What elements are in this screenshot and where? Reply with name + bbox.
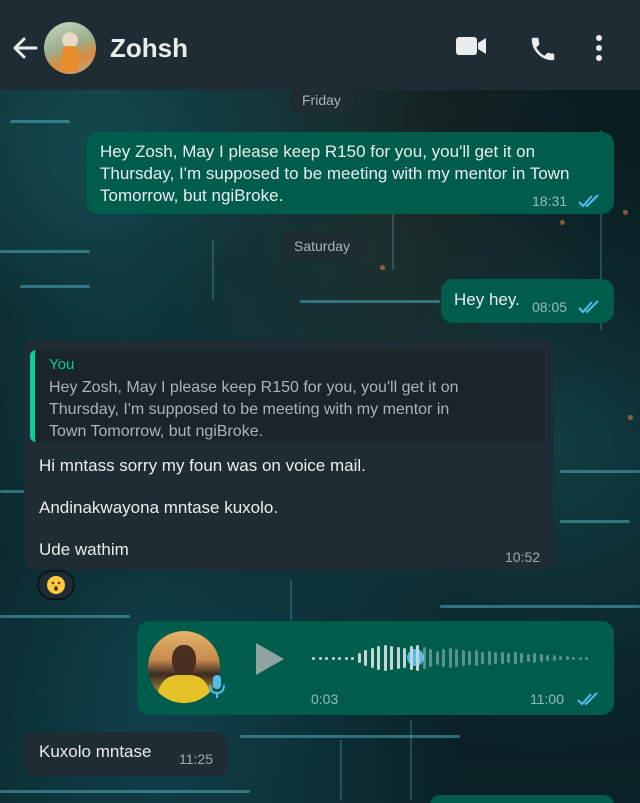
waveform-bar: [468, 651, 472, 665]
waveform-bar: [513, 652, 517, 664]
waveform-bar: [507, 653, 511, 663]
waveform-bar: [481, 652, 485, 664]
waveform-bar: [435, 651, 439, 665]
waveform-bar: [377, 646, 381, 670]
message-text: Hi mntass sorry my foun was on voice mai…: [39, 456, 366, 475]
waveform-bar: [526, 654, 530, 662]
waveform-bar: [422, 647, 426, 669]
waveform-bar: [455, 649, 459, 667]
waveform-bar: [312, 656, 315, 660]
waveform-bar: [351, 656, 355, 660]
waveform-bar: [370, 648, 374, 668]
message-bubble-outgoing[interactable]: [430, 795, 614, 803]
message-bubble-outgoing[interactable]: Hey Zosh, May I please keep R150 for you…: [86, 132, 614, 214]
waveform-bar: [396, 647, 400, 669]
waveform-bar: [409, 646, 413, 670]
waveform-bar: [487, 651, 491, 665]
waveform-bar: [578, 656, 582, 660]
date-separator: Friday: [290, 88, 353, 113]
message-time: 08:05: [532, 299, 568, 315]
message-bubble-incoming[interactable]: Kuxolo mntase 11:25: [24, 732, 228, 776]
back-arrow-icon[interactable]: [10, 33, 40, 63]
surprised-face-icon: [47, 576, 65, 594]
quoted-text: Hey Zosh, May I please keep R150 for you…: [49, 379, 459, 440]
read-receipt-icon: [577, 691, 601, 712]
contact-avatar[interactable]: [44, 22, 96, 74]
read-receipt-icon: [578, 193, 602, 214]
voice-duration: 0:03: [311, 691, 339, 707]
message-text: Hey hey.: [454, 290, 520, 309]
waveform-bar: [325, 656, 329, 660]
waveform-bar: [500, 652, 504, 664]
waveform-bar: [565, 656, 569, 660]
waveform-bar: [318, 656, 322, 660]
waveform-bar: [364, 650, 368, 666]
message-reaction[interactable]: [37, 570, 75, 600]
waveform-bar: [461, 650, 465, 666]
message-text: Kuxolo mntase: [39, 742, 152, 761]
waveform-bar: [474, 650, 478, 666]
message-time: 18:31: [532, 193, 568, 209]
message-text: Andinakwayona mntase kuxolo.: [39, 498, 279, 517]
message-bubble-outgoing[interactable]: Hey hey. 08:05: [441, 279, 614, 323]
waveform-bar: [442, 649, 446, 667]
waveform-bar: [494, 652, 498, 664]
message-time: 11:25: [179, 751, 213, 767]
waveform-bar: [539, 654, 543, 662]
waveform-bar: [552, 655, 556, 661]
contact-name[interactable]: Zohsh: [110, 33, 188, 64]
message-text: Hey Zosh, May I please keep R150 for you…: [100, 142, 570, 205]
more-vert-icon[interactable]: [594, 34, 604, 67]
mic-icon: [207, 673, 227, 706]
waveform-bar: [520, 653, 524, 663]
waveform-bar: [429, 649, 433, 667]
waveform-bar: [331, 656, 335, 660]
read-receipt-icon: [578, 299, 602, 320]
waveform-bar: [533, 653, 537, 663]
waveform-bar: [390, 646, 394, 670]
quoted-message[interactable]: You Hey Zosh, May I please keep R150 for…: [30, 350, 545, 442]
waveform-bar: [383, 645, 387, 671]
waveform-bar: [344, 656, 348, 660]
message-time: 10:52: [505, 549, 541, 565]
message-text: Ude wathim: [39, 540, 129, 559]
waveform-bar: [338, 656, 342, 660]
waveform-bar: [403, 648, 407, 668]
play-icon[interactable]: [252, 641, 286, 682]
waveform-bar: [357, 653, 361, 663]
date-separator: Saturday: [282, 233, 363, 259]
quoted-author: You: [49, 356, 75, 373]
waveform-bar: [448, 648, 452, 668]
waveform-bar: [416, 645, 420, 671]
message-time: 11:00: [530, 691, 564, 707]
video-call-icon[interactable]: [455, 34, 487, 63]
phone-icon[interactable]: [528, 34, 558, 69]
chat-header: Zohsh: [0, 0, 640, 90]
